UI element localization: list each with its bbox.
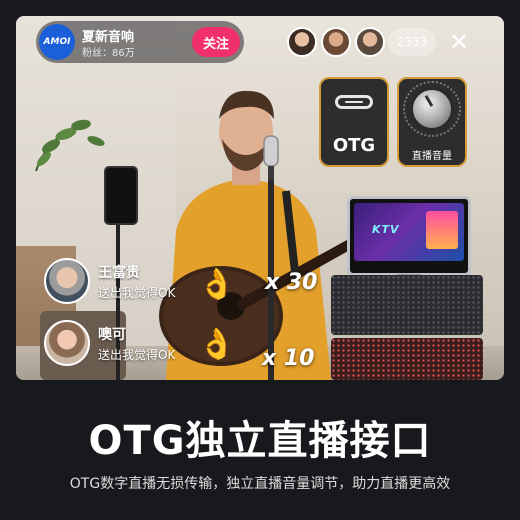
viewer-count-badge[interactable]: 2333 [388,28,436,56]
tablet-screen-logo: KTV [372,223,400,236]
ok-hand-gift-icon: 👌 [198,327,236,362]
gift-count: x 10 [262,346,315,371]
host-avatar[interactable]: AMOI [39,24,75,60]
microphone-icon [263,135,279,180]
viewer-avatar[interactable] [321,27,351,57]
commenter-avatar[interactable] [44,320,90,366]
karaoke-tablet: KTV [347,196,471,276]
amplifier-top [331,275,483,335]
usb-c-port-icon [335,95,373,109]
volume-feature-tile: 直播音量 [397,77,467,167]
host-info-pill[interactable]: AMOI 夏新音响 粉丝：86万 关注 [36,21,244,63]
gift-count: x 30 [265,270,318,295]
commenter-name: 噢可 [98,327,126,343]
tablet-screen: KTV [354,203,464,261]
volume-knob-icon [410,87,454,131]
comment-text: 送出我觉得OK [98,286,176,300]
otg-feature-tile: OTG [319,77,389,167]
page-title: OTG独立直播接口 [88,418,432,464]
host-fans-count: 粉丝：86万 [82,48,135,59]
comment-item: 噢可 送出我觉得OK [40,318,220,372]
follow-button[interactable]: 关注 [192,27,240,57]
amplifier-bottom [331,338,483,380]
phone-on-tripod [104,166,138,225]
comment-text: 送出我觉得OK [98,348,176,362]
commenter-avatar[interactable] [44,258,90,304]
viewer-avatar[interactable] [355,27,385,57]
commenter-name: 王富贵 [98,265,140,281]
close-icon[interactable]: ✕ [448,28,470,56]
otg-label: OTG [332,135,376,156]
page-subtitle: OTG数字直播无损传输，独立直播音量调节，助力直播更高效 [69,476,451,492]
ok-hand-gift-icon: 👌 [198,267,236,302]
host-name: 夏新音响 [82,30,135,45]
tablet-screen-tiles [426,211,458,249]
volume-label: 直播音量 [412,151,452,162]
comment-item: 王富贵 送出我觉得OK [40,256,220,310]
viewer-avatar[interactable] [287,27,317,57]
plant-illustration [35,119,105,172]
